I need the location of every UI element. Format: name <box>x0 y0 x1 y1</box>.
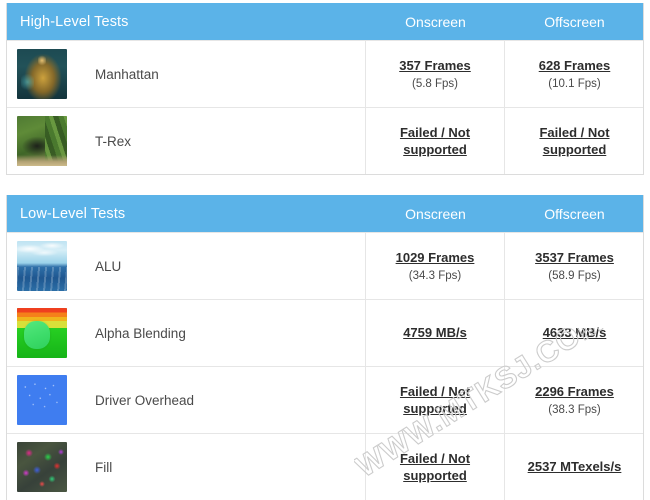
low-level-tests-table: Low-Level Tests Onscreen Offscreen ALU 1… <box>6 195 644 500</box>
high-level-tests-header: High-Level Tests Onscreen Offscreen <box>7 3 643 40</box>
result-value[interactable]: Failed / Not supported <box>372 383 498 417</box>
offscreen-result-cell: 4633 MB/s <box>505 300 644 366</box>
result-value[interactable]: Failed / Not supported <box>372 450 498 484</box>
test-name-cell: T-Rex <box>7 108 366 174</box>
column-header-onscreen: Onscreen <box>405 13 466 30</box>
onscreen-result-cell: 4759 MB/s <box>366 300 505 366</box>
manhattan-thumbnail <box>17 49 67 99</box>
test-label: Driver Overhead <box>95 392 195 408</box>
onscreen-result-cell: 1029 Frames (34.3 Fps) <box>366 233 505 299</box>
test-label: Alpha Blending <box>95 325 186 341</box>
test-label: ALU <box>95 258 122 274</box>
driver-overhead-thumbnail <box>17 375 67 425</box>
table-row: Fill Failed / Not supported 2537 MTexels… <box>7 433 643 500</box>
result-value[interactable]: 3537 Frames <box>535 250 614 266</box>
high-level-tests-title: High-Level Tests <box>20 13 129 30</box>
result-fps: (10.1 Fps) <box>548 77 601 90</box>
test-label: Fill <box>95 459 113 475</box>
column-header-offscreen: Offscreen <box>544 13 605 30</box>
result-value[interactable]: Failed / Not supported <box>511 124 638 158</box>
fill-thumbnail <box>17 442 67 492</box>
test-name-cell: Alpha Blending <box>7 300 366 366</box>
test-name-cell: Fill <box>7 434 366 500</box>
offscreen-result-cell: 2537 MTexels/s <box>505 434 644 500</box>
result-value[interactable]: 2537 MTexels/s <box>528 459 622 475</box>
table-row: Driver Overhead Failed / Not supported 2… <box>7 366 643 433</box>
column-header-offscreen: Offscreen <box>544 205 605 222</box>
result-fps: (38.3 Fps) <box>548 403 601 416</box>
table-row: ALU 1029 Frames (34.3 Fps) 3537 Frames (… <box>7 232 643 299</box>
high-level-tests-table: High-Level Tests Onscreen Offscreen Manh… <box>6 3 644 175</box>
table-row: T-Rex Failed / Not supported Failed / No… <box>7 107 643 174</box>
test-label: T-Rex <box>95 133 132 149</box>
result-value[interactable]: 1029 Frames <box>396 250 475 266</box>
offscreen-result-cell: 3537 Frames (58.9 Fps) <box>505 233 644 299</box>
result-fps: (5.8 Fps) <box>411 77 458 90</box>
result-value[interactable]: 628 Frames <box>539 58 611 74</box>
offscreen-result-cell: 2296 Frames (38.3 Fps) <box>505 367 644 433</box>
table-row: Manhattan 357 Frames (5.8 Fps) 628 Frame… <box>7 40 643 107</box>
result-value[interactable]: Failed / Not supported <box>372 124 498 158</box>
onscreen-result-cell: Failed / Not supported <box>366 434 505 500</box>
onscreen-result-cell: Failed / Not supported <box>366 367 505 433</box>
trex-thumbnail <box>17 116 67 166</box>
benchmark-results-page: High-Level Tests Onscreen Offscreen Manh… <box>0 0 650 500</box>
test-label: Manhattan <box>95 66 159 82</box>
test-name-cell: Driver Overhead <box>7 367 366 433</box>
offscreen-result-cell: 628 Frames (10.1 Fps) <box>505 41 644 107</box>
result-value[interactable]: 4759 MB/s <box>403 325 467 341</box>
low-level-tests-title: Low-Level Tests <box>20 205 126 222</box>
low-level-tests-header: Low-Level Tests Onscreen Offscreen <box>7 195 643 232</box>
onscreen-result-cell: Failed / Not supported <box>366 108 505 174</box>
table-row: Alpha Blending 4759 MB/s 4633 MB/s <box>7 299 643 366</box>
column-header-onscreen: Onscreen <box>405 205 466 222</box>
test-name-cell: ALU <box>7 233 366 299</box>
onscreen-result-cell: 357 Frames (5.8 Fps) <box>366 41 505 107</box>
offscreen-result-cell: Failed / Not supported <box>505 108 644 174</box>
result-value[interactable]: 2296 Frames <box>535 384 614 400</box>
alpha-blending-thumbnail <box>17 308 67 358</box>
alu-thumbnail <box>17 241 67 291</box>
test-name-cell: Manhattan <box>7 41 366 107</box>
result-value[interactable]: 357 Frames <box>399 58 471 74</box>
result-value[interactable]: 4633 MB/s <box>543 325 607 341</box>
result-fps: (34.3 Fps) <box>408 269 462 282</box>
result-fps: (58.9 Fps) <box>548 269 601 282</box>
